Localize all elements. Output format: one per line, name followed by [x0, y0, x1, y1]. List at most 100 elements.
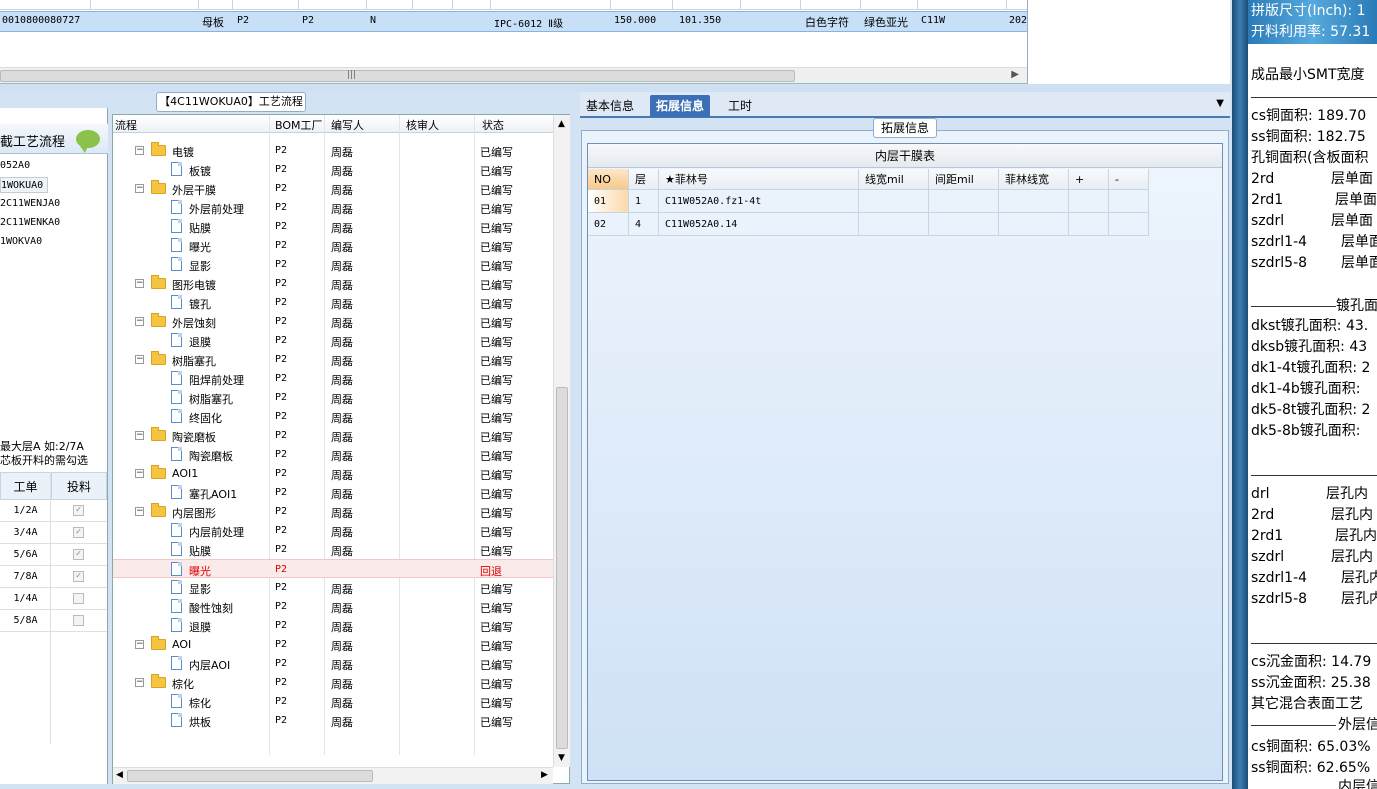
collapse-icon[interactable]: − [135, 507, 144, 516]
tree-step-row[interactable]: 棕化 P2 周磊 已编写 [113, 692, 553, 711]
row-film-no[interactable]: C11W052A0.fz1-4t [659, 190, 859, 213]
tab-menu-dropdown-icon[interactable]: ▼ [1216, 98, 1224, 109]
tree-step-row[interactable]: 内层AOI P2 周磊 已编写 [113, 654, 553, 673]
tree-group-row[interactable]: − AOI P2 周磊 已编写 [113, 635, 553, 654]
col-header-feed[interactable]: 投料 [51, 472, 107, 500]
row-layer[interactable]: 1 [629, 190, 659, 213]
row-spacing[interactable] [929, 190, 999, 213]
collapse-icon[interactable]: − [135, 355, 144, 364]
collapse-icon[interactable]: − [135, 640, 144, 649]
tree-step-row[interactable]: 板镀 P2 周磊 已编写 [113, 160, 553, 179]
collapse-icon[interactable]: − [135, 184, 144, 193]
checkbox-unchecked[interactable] [73, 593, 84, 604]
col-header-film-line-width[interactable]: 菲林线宽 [999, 169, 1069, 190]
tree-group-row[interactable]: − 外层蚀刻 P2 周磊 已编写 [113, 312, 553, 331]
scroll-thumb[interactable] [127, 770, 373, 782]
tree-group-row[interactable]: − 图形电镀 P2 周磊 已编写 [113, 274, 553, 293]
checkbox-unchecked[interactable] [73, 615, 84, 626]
row-film-no[interactable]: C11W052A0.14 [659, 213, 859, 236]
tree-step-row[interactable]: 树脂塞孔 P2 周磊 已编写 [113, 388, 553, 407]
checkbox-checked[interactable]: ✓ [73, 527, 84, 538]
tab-basic-info[interactable]: 基本信息 [580, 95, 640, 117]
col-header-factory[interactable]: BOM工厂 [275, 117, 323, 133]
collapse-icon[interactable]: − [135, 317, 144, 326]
row-spacing[interactable] [929, 213, 999, 236]
col-header-no[interactable]: NO [588, 169, 629, 190]
tree-step-row[interactable]: 内层前处理 P2 周磊 已编写 [113, 521, 553, 540]
list-item[interactable]: 2C11WENJA0 [0, 196, 60, 212]
tree-step-row[interactable]: 外层前处理 P2 周磊 已编写 [113, 198, 553, 217]
tree-step-row[interactable]: 显影 P2 周磊 已编写 [113, 578, 553, 597]
tree-step-row[interactable]: 显影 P2 周磊 已编写 [113, 255, 553, 274]
tab-extended-info[interactable]: 拓展信息 [650, 95, 711, 117]
tree-group-row[interactable]: − 树脂塞孔 P2 周磊 已编写 [113, 350, 553, 369]
tree-step-row[interactable]: 阻焊前处理 P2 周磊 已编写 [113, 369, 553, 388]
tree-step-row[interactable]: 酸性蚀刻 P2 周磊 已编写 [113, 597, 553, 616]
tree-step-row[interactable]: 陶瓷磨板 P2 周磊 已编写 [113, 445, 553, 464]
list-item-selected[interactable]: 1WOKUA0 [0, 177, 49, 193]
row-remove[interactable] [1109, 190, 1149, 213]
col-header-flow[interactable]: 流程 [115, 117, 137, 133]
col-header-writer[interactable]: 编写人 [331, 117, 364, 133]
tree-group-row[interactable]: − AOI1 P2 周磊 已编写 [113, 464, 553, 483]
col-header-film-no[interactable]: ★菲林号 [659, 169, 859, 190]
list-item[interactable]: 1WOKVA0 [0, 234, 42, 250]
tree-step-row[interactable]: 烘板 P2 周磊 已编写 [113, 711, 553, 730]
tree-step-row[interactable]: 曝光 P2 回退 [113, 559, 553, 578]
order-cell[interactable]: 3/4A [0, 522, 51, 544]
scroll-down-icon[interactable]: ▼ [558, 753, 565, 763]
tree-step-row[interactable]: 退膜 P2 周磊 已编写 [113, 616, 553, 635]
tree-group-row[interactable]: − 外层干膜 P2 周磊 已编写 [113, 179, 553, 198]
tree-step-row[interactable]: 贴膜 P2 周磊 已编写 [113, 217, 553, 236]
list-item[interactable]: 052A0 [0, 158, 30, 174]
order-cell[interactable]: 5/8A [0, 610, 51, 632]
scroll-thumb[interactable] [556, 387, 568, 749]
checkbox-checked[interactable]: ✓ [73, 571, 84, 582]
top-horizontal-scrollbar[interactable]: ||| ▶ [0, 67, 1027, 83]
remove-row-button[interactable]: - [1109, 169, 1149, 190]
collapse-icon[interactable]: − [135, 469, 144, 478]
order-cell[interactable]: 1/2A [0, 500, 51, 522]
checkbox-checked[interactable]: ✓ [73, 505, 84, 516]
col-header-status[interactable]: 状态 [482, 117, 504, 133]
scroll-right-icon[interactable]: ▶ [541, 770, 548, 780]
row-layer[interactable]: 4 [629, 213, 659, 236]
col-header-layer[interactable]: 层 [629, 169, 659, 190]
collapse-icon[interactable]: − [135, 146, 144, 155]
list-item[interactable]: 2C11WENKA0 [0, 215, 60, 231]
tree-group-row[interactable]: − 内层图形 P2 周磊 已编写 [113, 502, 553, 521]
scroll-left-icon[interactable]: ◀ [116, 770, 123, 780]
splitter[interactable] [0, 84, 1232, 92]
tree-step-row[interactable]: 镀孔 P2 周磊 已编写 [113, 293, 553, 312]
row-line-width[interactable] [859, 213, 929, 236]
col-header-order[interactable]: 工单 [0, 472, 51, 500]
chat-bubble-icon[interactable] [76, 130, 100, 153]
tree-step-row[interactable]: 退膜 P2 周磊 已编写 [113, 331, 553, 350]
col-header-spacing[interactable]: 间距mil [929, 169, 999, 190]
order-cell[interactable]: 1/4A [0, 588, 51, 610]
col-header-line-width[interactable]: 线宽mil [859, 169, 929, 190]
row-line-width[interactable] [859, 190, 929, 213]
row-remove[interactable] [1109, 213, 1149, 236]
tree-group-row[interactable]: − 棕化 P2 周磊 已编写 [113, 673, 553, 692]
order-cell[interactable]: 5/6A [0, 544, 51, 566]
scroll-thumb[interactable]: ||| [0, 70, 795, 82]
row-film-line-width[interactable] [999, 213, 1069, 236]
order-cell[interactable]: 7/8A [0, 566, 51, 588]
tree-horizontal-scrollbar[interactable]: ◀ ▶ [113, 767, 553, 784]
top-grid-selected-row[interactable]: 0010800080727 母板 P2 P2 N IPC-6012 Ⅱ级 150… [0, 11, 1027, 32]
col-header-reviewer[interactable]: 核审人 [406, 117, 439, 133]
collapse-icon[interactable]: − [135, 279, 144, 288]
tree-group-row[interactable]: − 陶瓷磨板 P2 周磊 已编写 [113, 426, 553, 445]
tree-step-row[interactable]: 曝光 P2 周磊 已编写 [113, 236, 553, 255]
scroll-right-icon[interactable]: ▶ [1011, 69, 1019, 80]
tree-step-row[interactable]: 贴膜 P2 周磊 已编写 [113, 540, 553, 559]
row-add[interactable] [1069, 190, 1109, 213]
scroll-up-icon[interactable]: ▲ [558, 119, 565, 129]
tab-work-hours[interactable]: 工时 [722, 95, 758, 117]
tree-group-row[interactable]: − 电镀 P2 周磊 已编写 [113, 141, 553, 160]
tree-step-row[interactable]: 终固化 P2 周磊 已编写 [113, 407, 553, 426]
collapse-icon[interactable]: − [135, 678, 144, 687]
collapse-icon[interactable]: − [135, 431, 144, 440]
checkbox-checked[interactable]: ✓ [73, 549, 84, 560]
